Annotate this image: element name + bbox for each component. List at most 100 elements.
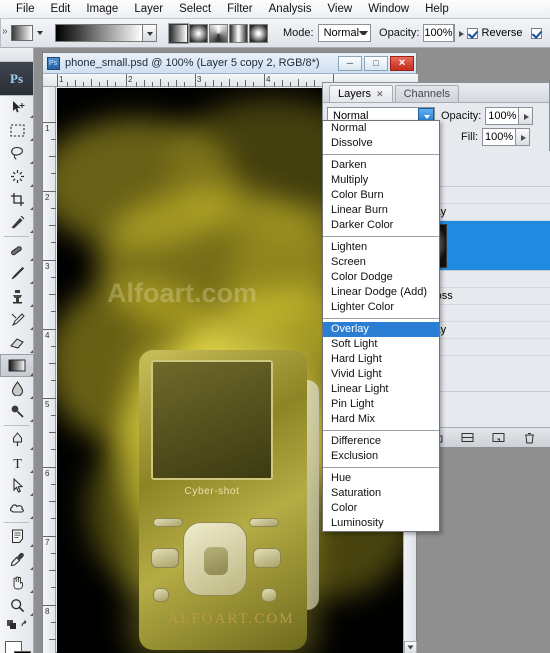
menu-help[interactable]: Help bbox=[417, 1, 457, 17]
radial-gradient-icon[interactable] bbox=[189, 23, 208, 43]
menu-item-lighten[interactable]: Lighten bbox=[323, 240, 439, 255]
tool-preset-picker[interactable] bbox=[11, 25, 43, 41]
menu-item-lighter-color[interactable]: Lighter Color bbox=[323, 300, 439, 315]
menu-layer[interactable]: Layer bbox=[126, 1, 171, 17]
blend-mode-dropdown[interactable]: Normal Dissolve Darken Multiply Color Bu… bbox=[322, 120, 440, 532]
close-icon[interactable]: ✕ bbox=[376, 89, 384, 100]
layers-fill-input[interactable]: 100% bbox=[482, 127, 517, 146]
menu-item-normal[interactable]: Normal bbox=[323, 121, 439, 136]
layers-fill-stepper[interactable] bbox=[516, 127, 531, 146]
layers-opacity-stepper[interactable] bbox=[519, 106, 534, 125]
blur-tool[interactable] bbox=[0, 377, 34, 400]
close-button[interactable]: ✕ bbox=[390, 55, 414, 71]
menu-bar: File Edit Image Layer Select Filter Anal… bbox=[0, 0, 550, 19]
menu-item-linear-dodge-add[interactable]: Linear Dodge (Add) bbox=[323, 285, 439, 300]
opacity-label: Opacity: bbox=[379, 27, 420, 39]
phone-call-key bbox=[151, 548, 179, 568]
menu-edit[interactable]: Edit bbox=[43, 1, 79, 17]
new-adjustment-layer-icon[interactable] bbox=[460, 431, 475, 445]
menu-view[interactable]: View bbox=[319, 1, 360, 17]
menu-item-difference[interactable]: Difference bbox=[323, 434, 439, 449]
zoom-tool[interactable] bbox=[0, 594, 34, 617]
options-bar-grip[interactable] bbox=[0, 18, 8, 48]
diamond-gradient-icon[interactable] bbox=[249, 23, 268, 43]
menu-item-vivid-light[interactable]: Vivid Light bbox=[323, 367, 439, 382]
menu-item-overlay[interactable]: Overlay bbox=[323, 322, 439, 337]
menu-item-luminosity[interactable]: Luminosity bbox=[323, 516, 439, 531]
menu-file[interactable]: File bbox=[8, 1, 43, 17]
maximize-button[interactable]: □ bbox=[364, 55, 388, 71]
tab-channels-label: Channels bbox=[403, 88, 451, 100]
menu-item-exclusion[interactable]: Exclusion bbox=[323, 449, 439, 464]
gradient-picker-chevron-icon[interactable] bbox=[143, 24, 157, 42]
gradient-tool[interactable] bbox=[0, 354, 34, 377]
tool-more-icon bbox=[27, 373, 33, 376]
phone-artwork: Cyber-shot bbox=[139, 350, 319, 650]
menu-select[interactable]: Select bbox=[171, 1, 219, 17]
document-title-bar[interactable]: phone_small.psd @ 100% (Layer 5 copy 2, … bbox=[43, 53, 416, 74]
gradient-picker[interactable] bbox=[55, 24, 157, 42]
notes-tool[interactable] bbox=[0, 525, 34, 548]
opacity-stepper[interactable] bbox=[453, 24, 464, 42]
eyedropper-tool[interactable] bbox=[0, 548, 34, 571]
new-layer-icon[interactable] bbox=[491, 431, 506, 445]
menu-item-soft-light[interactable]: Soft Light bbox=[323, 337, 439, 352]
brush-tool[interactable] bbox=[0, 262, 34, 285]
minimize-button[interactable]: ─ bbox=[338, 55, 362, 71]
ruler-tick-label: 2 bbox=[45, 193, 50, 202]
crop-tool[interactable] bbox=[0, 188, 34, 211]
pen-tool[interactable] bbox=[0, 428, 34, 451]
blend-mode-select[interactable]: Normal bbox=[317, 24, 372, 42]
menu-analysis[interactable]: Analysis bbox=[261, 1, 320, 17]
scroll-down-button[interactable] bbox=[404, 641, 417, 653]
menu-item-saturation[interactable]: Saturation bbox=[323, 486, 439, 501]
healing-brush-tool[interactable] bbox=[0, 239, 34, 262]
magic-wand-tool[interactable] bbox=[0, 165, 34, 188]
menu-filter[interactable]: Filter bbox=[219, 1, 261, 17]
linear-gradient-icon[interactable] bbox=[168, 22, 189, 44]
menu-item-screen[interactable]: Screen bbox=[323, 255, 439, 270]
history-brush-tool[interactable] bbox=[0, 308, 34, 331]
slice-tool[interactable] bbox=[0, 211, 34, 234]
move-tool[interactable] bbox=[0, 96, 34, 119]
menu-item-color-dodge[interactable]: Color Dodge bbox=[323, 270, 439, 285]
path-selection-tool[interactable] bbox=[0, 474, 34, 497]
tab-layers[interactable]: Layers ✕ bbox=[329, 85, 393, 102]
menu-item-hard-mix[interactable]: Hard Mix bbox=[323, 412, 439, 427]
angle-gradient-icon[interactable] bbox=[209, 23, 228, 43]
menu-image[interactable]: Image bbox=[78, 1, 126, 17]
type-tool[interactable]: T bbox=[0, 451, 34, 474]
menu-item-hard-light[interactable]: Hard Light bbox=[323, 352, 439, 367]
rectangular-marquee-tool[interactable] bbox=[0, 119, 34, 142]
layers-opacity-input[interactable]: 100% bbox=[485, 106, 520, 125]
menu-item-color[interactable]: Color bbox=[323, 501, 439, 516]
toolbox-drag-handle[interactable] bbox=[0, 48, 33, 62]
gradient-swatch-icon[interactable] bbox=[55, 24, 143, 42]
menu-item-color-burn[interactable]: Color Burn bbox=[323, 188, 439, 203]
clone-stamp-tool[interactable] bbox=[0, 285, 34, 308]
delete-layer-icon[interactable] bbox=[522, 431, 537, 445]
dodge-tool[interactable] bbox=[0, 400, 34, 423]
vertical-ruler[interactable]: 1 2 3 4 5 6 7 8 bbox=[43, 87, 56, 653]
menu-window[interactable]: Window bbox=[360, 1, 417, 17]
menu-item-hue[interactable]: Hue bbox=[323, 471, 439, 486]
menu-item-linear-light[interactable]: Linear Light bbox=[323, 382, 439, 397]
menu-item-darker-color[interactable]: Darker Color bbox=[323, 218, 439, 233]
phone-brand-label: Cyber-shot bbox=[184, 486, 240, 497]
tab-channels[interactable]: Channels bbox=[394, 85, 460, 102]
reverse-checkbox[interactable]: Reverse bbox=[466, 27, 523, 39]
layers-fill-label: Fill: bbox=[461, 130, 479, 143]
menu-item-pin-light[interactable]: Pin Light bbox=[323, 397, 439, 412]
opacity-input[interactable]: 100% bbox=[423, 24, 454, 42]
eraser-tool[interactable] bbox=[0, 331, 34, 354]
lasso-tool[interactable] bbox=[0, 142, 34, 165]
custom-shape-tool[interactable] bbox=[0, 497, 34, 520]
menu-item-linear-burn[interactable]: Linear Burn bbox=[323, 203, 439, 218]
menu-item-darken[interactable]: Darken bbox=[323, 158, 439, 173]
hand-tool[interactable] bbox=[0, 571, 34, 594]
reflected-gradient-icon[interactable] bbox=[229, 23, 248, 43]
tool-more-icon bbox=[27, 207, 33, 210]
dither-checkbox[interactable] bbox=[530, 27, 546, 39]
menu-item-dissolve[interactable]: Dissolve bbox=[323, 136, 439, 151]
menu-item-multiply[interactable]: Multiply bbox=[323, 173, 439, 188]
